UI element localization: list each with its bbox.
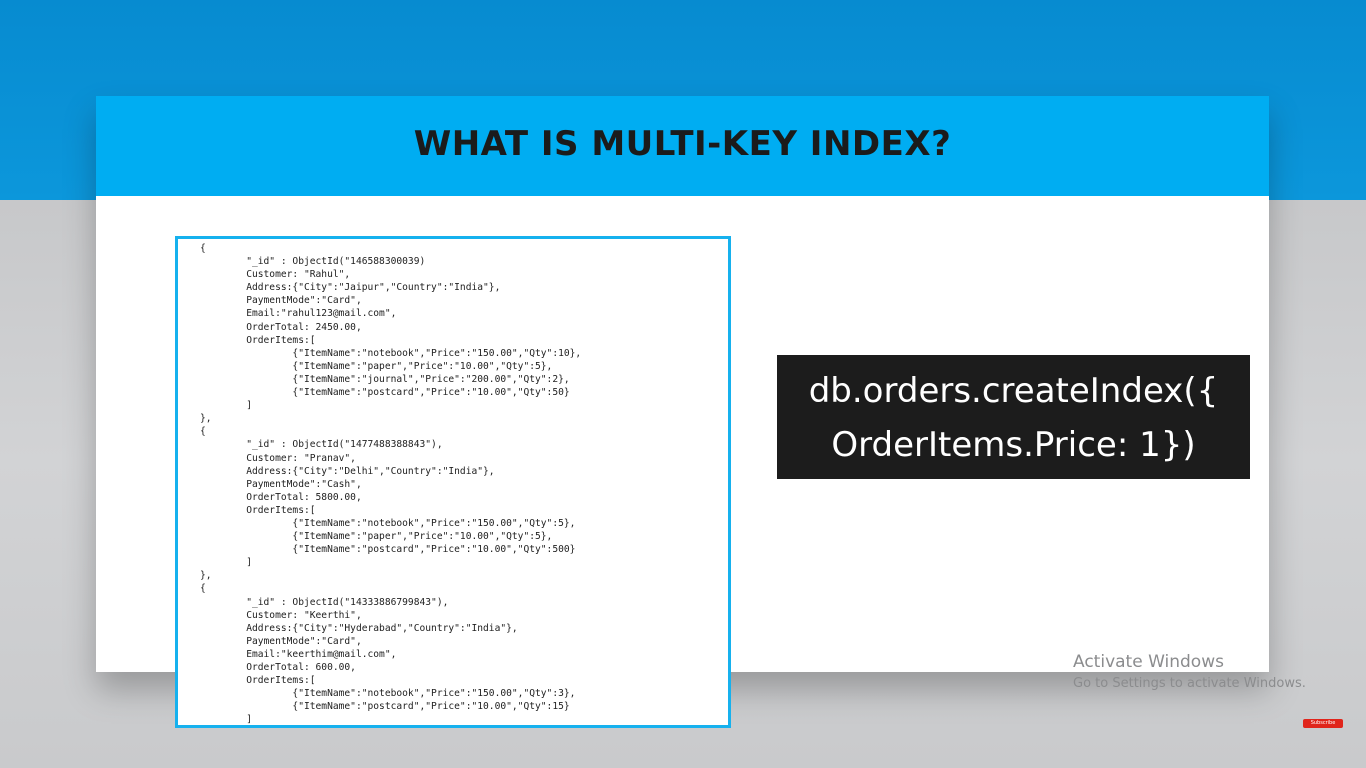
code-line: "_id" : ObjectId("1477488388843"), (246, 439, 443, 451)
code-line: {"ItemName":"postcard","Price":"10.00","… (292, 387, 570, 399)
code-line: "_id" : ObjectId("14333886799843"), (246, 596, 449, 608)
slide-header: WHAT IS MULTI-KEY INDEX? (96, 96, 1269, 196)
youtube-subscribe-button[interactable]: Subscribe (1303, 719, 1343, 728)
code-line: PaymentMode":"Card", (246, 635, 362, 647)
code-line: OrderItems:[ (246, 504, 316, 516)
code-line: { (200, 243, 206, 254)
code-line: PaymentMode":"Card", (246, 295, 362, 307)
command-line-1: db.orders.createIndex({ (808, 371, 1219, 411)
code-line: ] (246, 557, 252, 569)
code-line: }, (200, 570, 212, 582)
code-line: Email:"rahul123@mail.com", (246, 308, 397, 320)
code-line: OrderItems:[ (246, 334, 316, 346)
create-index-command: db.orders.createIndex({ OrderItems.Price… (777, 355, 1250, 479)
code-line: Customer: "Keerthi", (246, 609, 362, 621)
code-line: Customer: "Rahul", (246, 269, 351, 281)
code-line: Address:{"City":"Jaipur","Country":"Indi… (246, 282, 501, 294)
code-line: {"ItemName":"notebook","Price":"150.00",… (292, 688, 576, 700)
code-line: {"ItemName":"paper","Price":"10.00","Qty… (292, 531, 553, 543)
code-line: ] (246, 400, 252, 412)
watermark-title: Activate Windows (1073, 652, 1224, 672)
activate-windows-watermark: Activate Windows Go to Settings to activ… (1073, 652, 1306, 691)
code-line: OrderTotal: 5800.00, (246, 491, 362, 503)
code-line: OrderItems:[ (246, 675, 316, 687)
command-line-2: OrderItems.Price: 1}) (831, 425, 1196, 465)
code-line: { (200, 583, 206, 595)
code-line: }, (200, 413, 212, 425)
watermark-subtitle: Go to Settings to activate Windows. (1073, 676, 1306, 691)
code-line: OrderTotal: 600.00, (246, 662, 356, 673)
code-sample-panel: { "_id" : ObjectId("146588300039) Custom… (175, 236, 731, 728)
code-line: {"ItemName":"postcard","Price":"10.00","… (292, 701, 570, 713)
code-line: {"ItemName":"postcard","Price":"10.00","… (292, 544, 576, 556)
code-line: {"ItemName":"paper","Price":"10.00","Qty… (292, 360, 553, 372)
code-line: PaymentMode":"Cash", (246, 478, 362, 490)
code-line: Address:{"City":"Delhi","Country":"India… (246, 465, 495, 477)
code-line: Email:"keerthim@mail.com", (246, 648, 397, 660)
code-line: Address:{"City":"Hyderabad","Country":"I… (246, 622, 518, 634)
code-line: { (200, 426, 206, 438)
code-line: OrderTotal: 2450.00, (246, 321, 362, 333)
code-line: {"ItemName":"notebook","Price":"150.00",… (292, 347, 582, 359)
code-line: {"ItemName":"journal","Price":"200.00","… (292, 373, 570, 385)
code-line: "_id" : ObjectId("146588300039) (246, 256, 426, 268)
code-line: Customer: "Pranav", (246, 452, 356, 464)
code-sample-text: { "_id" : ObjectId("146588300039) Custom… (200, 242, 582, 726)
code-line: {"ItemName":"notebook","Price":"150.00",… (292, 517, 576, 529)
code-line: ] (246, 714, 252, 726)
slide-title: WHAT IS MULTI-KEY INDEX? (413, 124, 952, 164)
